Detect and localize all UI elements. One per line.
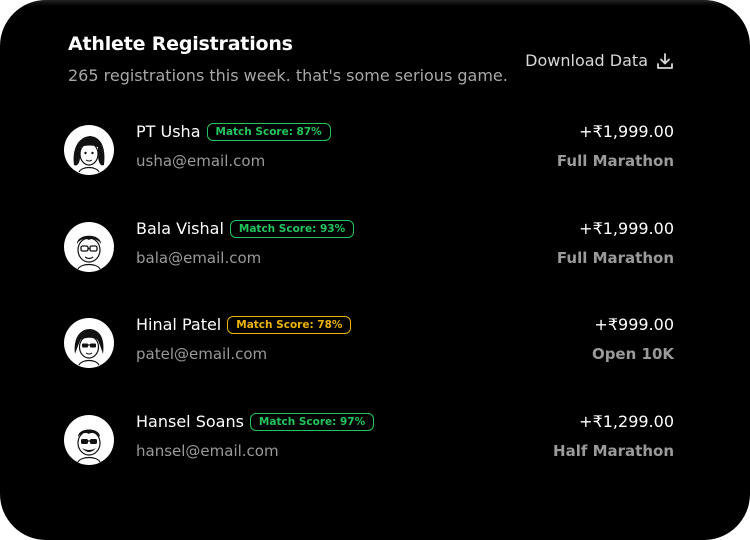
- list-item[interactable]: Bala Vishal Match Score: 93% bala@email.c…: [64, 219, 674, 281]
- match-score-badge: Match Score: 78%: [227, 316, 352, 334]
- avatar: [64, 318, 114, 368]
- registration-amount: +₹1,999.00: [579, 219, 674, 238]
- athlete-name: Hansel Soans Match Score: 97%: [136, 412, 375, 431]
- list-item[interactable]: PT Usha Match Score: 87% usha@email.com +…: [64, 122, 674, 184]
- list-item[interactable]: Hinal Patel Match Score: 78% patel@email.…: [64, 315, 674, 377]
- registrations-card: Athlete Registrations 265 registrations …: [0, 0, 750, 540]
- download-data-button[interactable]: Download Data: [525, 51, 674, 70]
- athlete-name-text: Hinal Patel: [136, 315, 222, 334]
- athlete-name-text: Bala Vishal: [136, 219, 224, 238]
- event-name: Half Marathon: [553, 442, 674, 460]
- athlete-name: Hinal Patel Match Score: 78%: [136, 315, 352, 334]
- event-name: Full Marathon: [556, 152, 674, 170]
- avatar: [64, 222, 114, 272]
- download-icon: [656, 52, 674, 70]
- match-score-badge: Match Score: 93%: [229, 220, 355, 238]
- athlete-name: Bala Vishal Match Score: 93%: [136, 219, 355, 238]
- card-title: Athlete Registrations: [68, 33, 293, 55]
- event-name: Open 10K: [591, 345, 674, 363]
- athlete-name-text: PT Usha: [136, 122, 201, 141]
- athlete-email: usha@email.com: [136, 152, 266, 170]
- avatar: [64, 415, 114, 465]
- event-name: Full Marathon: [556, 249, 674, 267]
- download-data-label: Download Data: [525, 51, 648, 70]
- athlete-email: hansel@email.com: [136, 442, 279, 460]
- athlete-email: patel@email.com: [136, 345, 268, 363]
- card-subtitle: 265 registrations this week. that's some…: [68, 66, 508, 85]
- avatar: [64, 125, 114, 175]
- match-score-badge: Match Score: 87%: [206, 123, 331, 141]
- match-score-badge: Match Score: 97%: [249, 413, 375, 431]
- registration-amount: +₹1,999.00: [579, 122, 674, 141]
- registration-amount: +₹1,299.00: [579, 412, 674, 431]
- athlete-name-text: Hansel Soans: [136, 412, 244, 431]
- athlete-email: bala@email.com: [136, 249, 262, 267]
- athlete-name: PT Usha Match Score: 87%: [136, 122, 331, 141]
- registration-amount: +₹999.00: [594, 315, 674, 334]
- list-item[interactable]: Hansel Soans Match Score: 97% hansel@emai…: [64, 412, 674, 474]
